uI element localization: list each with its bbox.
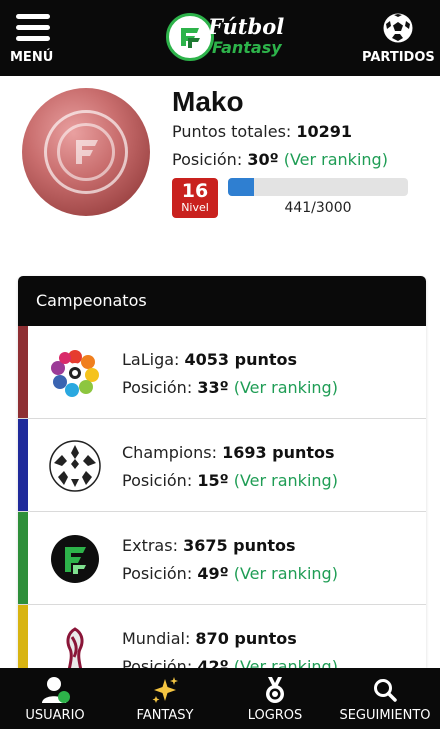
position-line: Posición: 30º (Ver ranking) xyxy=(172,150,388,169)
championship-name: Mundial xyxy=(122,629,185,648)
xp-progress-bar xyxy=(228,178,408,196)
championship-position-label: Posición: xyxy=(122,564,193,583)
championship-points-line: Champions: 1693 puntos xyxy=(122,443,335,462)
row-color-stripe xyxy=(18,419,28,511)
total-points-value: 10291 xyxy=(296,122,353,141)
xp-progress-text: 441/3000 xyxy=(284,200,352,216)
user-icon xyxy=(40,676,70,704)
medal-emblem-icon xyxy=(57,123,115,181)
nav-logros-label: LOGROS xyxy=(247,708,303,723)
championship-position: 33º xyxy=(197,378,229,397)
championship-position: 42º xyxy=(197,657,229,668)
laliga-icon xyxy=(48,346,102,400)
level-number: 16 xyxy=(181,180,209,202)
logo-text-fantasy: Fantasy xyxy=(212,38,282,57)
medal-ring xyxy=(44,110,128,194)
partidos-label: PARTIDOS xyxy=(362,50,435,65)
logo-text-futbol: Fútbol xyxy=(208,14,285,39)
championship-position-line: Posición: 42º (Ver ranking) xyxy=(122,657,338,668)
user-medal-avatar xyxy=(22,88,150,216)
championship-position-line: Posición: 49º (Ver ranking) xyxy=(122,564,338,583)
soccer-ball-icon xyxy=(382,12,414,44)
total-points-line: Puntos totales: 10291 xyxy=(172,122,352,141)
nav-logros[interactable]: LOGROS xyxy=(220,668,330,729)
sparkles-icon xyxy=(150,676,180,704)
ver-ranking-link[interactable]: (Ver ranking) xyxy=(234,657,338,668)
championship-position-line: Posición: 15º (Ver ranking) xyxy=(122,471,338,490)
championship-position-label: Posición: xyxy=(122,378,193,397)
nav-fantasy-label: FANTASY xyxy=(136,708,194,723)
championship-position: 15º xyxy=(197,471,229,490)
hamburger-icon xyxy=(16,14,50,42)
championship-points-line: Mundial: 870 puntos xyxy=(122,629,297,648)
ver-ranking-link[interactable]: (Ver ranking) xyxy=(284,150,388,169)
futbol-fantasy-icon xyxy=(48,532,102,586)
bottom-navigation: USUARIO FANTASY LOGROS SEGUIMIENTO xyxy=(0,668,440,729)
championship-name: Extras xyxy=(122,536,173,555)
world-cup-icon xyxy=(48,625,102,668)
level-word: Nivel xyxy=(181,201,209,214)
level-badge: 16 Nivel xyxy=(172,178,218,218)
medal-icon xyxy=(260,676,290,704)
championship-row-extras[interactable]: Extras: 3675 puntos Posición: 49º (Ver r… xyxy=(18,512,426,605)
futbol-fantasy-logo[interactable]: Fútbol Fantasy xyxy=(166,10,284,64)
championship-row-laliga[interactable]: LaLiga: 4053 puntos Posición: 33º (Ver r… xyxy=(18,326,426,419)
champions-ball-icon xyxy=(48,439,102,493)
position-label: Posición: xyxy=(172,150,243,169)
championship-name: Champions xyxy=(122,443,212,462)
championships-card: Campeonatos LaLiga: 4053 puntos Posición… xyxy=(18,276,426,668)
search-icon xyxy=(370,676,400,704)
championship-position-label: Posición: xyxy=(122,657,193,668)
logo-badge-icon xyxy=(166,13,214,61)
nav-seguimiento-label: SEGUIMIENTO xyxy=(339,708,431,723)
row-color-stripe xyxy=(18,326,28,418)
top-bar: MENÚ Fútbol Fantasy PARTIDOS xyxy=(0,0,440,76)
championship-position: 49º xyxy=(197,564,229,583)
championship-points-line: LaLiga: 4053 puntos xyxy=(122,350,298,369)
nav-usuario-label: USUARIO xyxy=(25,708,85,723)
username: Mako xyxy=(172,86,244,117)
ver-ranking-link[interactable]: (Ver ranking) xyxy=(234,564,338,583)
menu-button[interactable]: MENÚ xyxy=(10,12,56,68)
championship-row-champions[interactable]: Champions: 1693 puntos Posición: 15º (Ve… xyxy=(18,419,426,512)
championship-position-label: Posición: xyxy=(122,471,193,490)
championship-points-line: Extras: 3675 puntos xyxy=(122,536,296,555)
championship-points: 1693 puntos xyxy=(222,443,335,462)
championship-name: LaLiga xyxy=(122,350,175,369)
championships-title: Campeonatos xyxy=(18,276,426,326)
ver-ranking-link[interactable]: (Ver ranking) xyxy=(234,378,338,397)
total-points-label: Puntos totales: xyxy=(172,122,292,141)
partidos-button[interactable]: PARTIDOS xyxy=(362,12,435,68)
row-color-stripe xyxy=(18,605,28,668)
app-screen: MENÚ Fútbol Fantasy PARTIDOS Mako Puntos… xyxy=(0,0,440,729)
ver-ranking-link[interactable]: (Ver ranking) xyxy=(234,471,338,490)
row-color-stripe xyxy=(18,512,28,604)
championship-points: 3675 puntos xyxy=(183,536,296,555)
nav-fantasy[interactable]: FANTASY xyxy=(110,668,220,729)
championship-points: 4053 puntos xyxy=(184,350,298,369)
championship-position-line: Posición: 33º (Ver ranking) xyxy=(122,378,338,397)
championship-row-mundial[interactable]: Mundial: 870 puntos Posición: 42º (Ver r… xyxy=(18,605,426,668)
nav-seguimiento[interactable]: SEGUIMIENTO xyxy=(330,668,440,729)
championship-points: 870 puntos xyxy=(195,629,297,648)
xp-progress-fill xyxy=(228,178,255,196)
nav-usuario[interactable]: USUARIO xyxy=(0,668,110,729)
menu-label: MENÚ xyxy=(10,50,54,65)
position-value: 30º xyxy=(247,150,279,169)
